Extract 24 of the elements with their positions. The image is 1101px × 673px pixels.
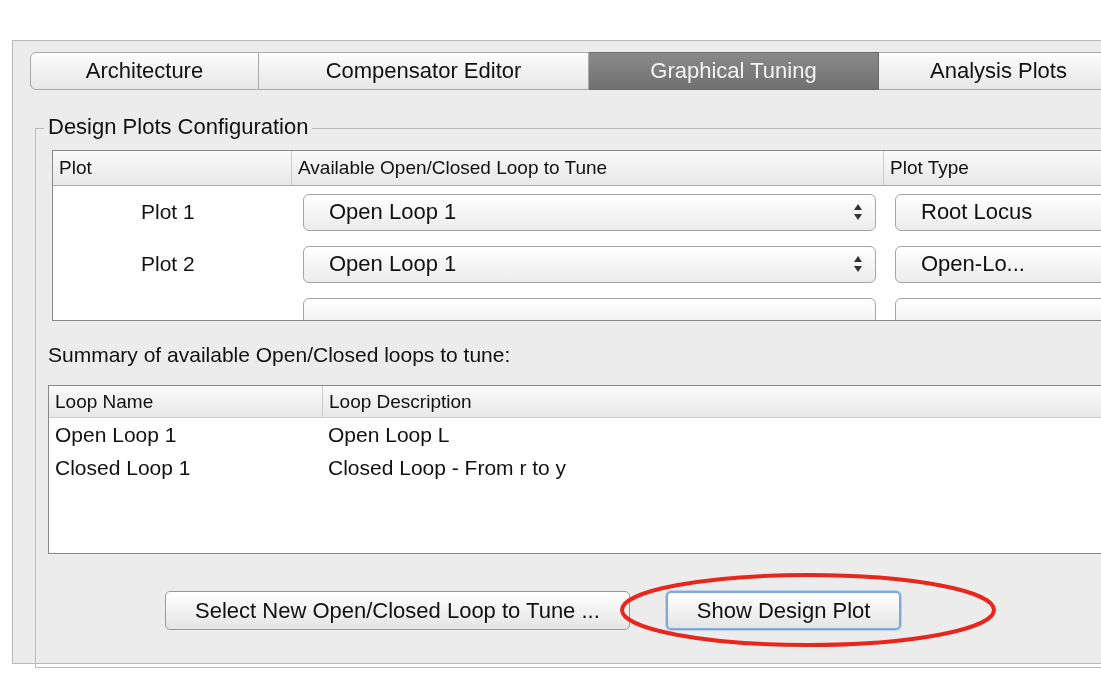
- plot-type-dropdown[interactable]: Root Locus: [895, 193, 1101, 231]
- column-header: Available Open/Closed Loop to Tune: [291, 151, 883, 185]
- tab[interactable]: Compensator Editor: [259, 52, 589, 90]
- plot-name: Plot 1: [140, 200, 196, 224]
- summary-label: Summary of available Open/Closed loops to tune:: [48, 343, 512, 367]
- column-header: Plot: [58, 156, 93, 180]
- table-cell-text: Closed Loop - From r to y: [327, 455, 568, 480]
- stepper-arrows-icon: [853, 254, 863, 274]
- column-header: Plot Type: [883, 151, 1101, 185]
- plot-type-dropdown[interactable]: Open-Lo...: [895, 245, 1101, 283]
- table-cell-text: Open Loop L: [327, 422, 451, 447]
- tab[interactable]: Analysis Plots: [879, 52, 1101, 90]
- column-header: Loop Description: [322, 386, 1101, 417]
- loop-dropdown[interactable]: Open Loop 1: [303, 245, 876, 283]
- dialog-button[interactable]: Show Design Plot: [665, 591, 902, 630]
- tab[interactable]: Graphical Tuning: [589, 52, 879, 90]
- table-cell-text: Closed Loop 1: [54, 455, 192, 480]
- loop-dropdown[interactable]: Open Loop 1: [303, 193, 876, 231]
- table-cell-text: Open Loop 1: [54, 422, 178, 447]
- plot-name: Plot 2: [140, 252, 196, 276]
- tab[interactable]: Architecture: [30, 52, 259, 90]
- column-header: Loop Name: [54, 389, 155, 414]
- dialog-button[interactable]: Select New Open/Closed Loop to Tune ...: [165, 591, 630, 630]
- stepper-arrows-icon: [853, 202, 863, 222]
